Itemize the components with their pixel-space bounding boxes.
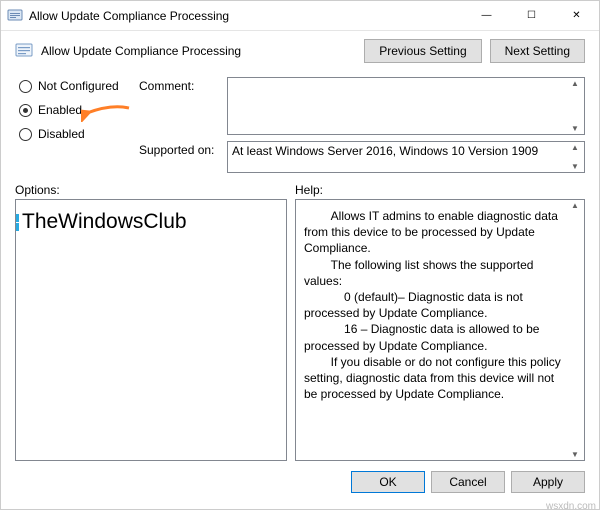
watermark: TheWindowsClub: [15, 210, 187, 234]
dialog-buttons: OK Cancel Apply: [1, 461, 599, 503]
annotation-arrow-icon: [81, 104, 131, 125]
image-credit: wsxdn.com: [546, 501, 596, 512]
scroll-down-icon: ▼: [571, 450, 579, 459]
maximize-icon: ☐: [527, 10, 536, 21]
cancel-button[interactable]: Cancel: [431, 471, 505, 493]
scroll-up-icon: ▲: [571, 79, 579, 88]
scrollbar[interactable]: ▲▼: [567, 201, 583, 459]
radio-icon: [19, 128, 32, 141]
help-pane: Allows IT admins to enable diagnostic da…: [295, 199, 585, 461]
main-panes: TheWindowsClub Allows IT admins to enabl…: [1, 199, 599, 461]
scrollbar[interactable]: ▲▼: [567, 79, 583, 133]
scroll-up-icon: ▲: [571, 143, 579, 152]
pane-labels: Options: Help:: [1, 179, 599, 199]
header: Allow Update Compliance Processing Previ…: [1, 31, 599, 71]
apply-button[interactable]: Apply: [511, 471, 585, 493]
watermark-text: TheWindowsClub: [22, 210, 187, 234]
header-title: Allow Update Compliance Processing: [41, 44, 356, 58]
radio-label: Enabled: [38, 103, 82, 117]
radio-not-configured[interactable]: Not Configured: [19, 79, 129, 93]
settings-area: Not Configured Enabled Disabled: [1, 71, 599, 179]
maximize-button[interactable]: ☐: [509, 1, 554, 31]
comment-row: Comment: ▲▼: [139, 77, 585, 135]
windows-logo-icon: [15, 211, 20, 233]
supported-row: Supported on: At least Windows Server 20…: [139, 141, 585, 173]
supported-value: At least Windows Server 2016, Windows 10…: [232, 144, 538, 158]
radio-enabled[interactable]: Enabled: [19, 103, 129, 117]
fields-column: Comment: ▲▼ Supported on: At least Windo…: [139, 77, 585, 173]
close-icon: ✕: [572, 10, 580, 21]
radio-icon: [19, 104, 32, 117]
comment-label: Comment:: [139, 77, 219, 135]
scroll-up-icon: ▲: [571, 201, 579, 210]
help-label: Help:: [295, 183, 585, 197]
supported-label: Supported on:: [139, 141, 219, 173]
scroll-down-icon: ▼: [571, 124, 579, 133]
app-icon: [7, 8, 23, 24]
options-pane: TheWindowsClub: [15, 199, 287, 461]
minimize-icon: —: [482, 10, 492, 21]
scroll-down-icon: ▼: [571, 162, 579, 171]
radio-icon: [19, 80, 32, 93]
help-text: Allows IT admins to enable diagnostic da…: [296, 200, 584, 410]
options-label: Options:: [15, 183, 295, 197]
minimize-button[interactable]: —: [464, 1, 509, 31]
policy-icon: [15, 42, 33, 60]
radio-disabled[interactable]: Disabled: [19, 127, 129, 141]
ok-button[interactable]: OK: [351, 471, 425, 493]
close-button[interactable]: ✕: [554, 1, 599, 31]
scrollbar[interactable]: ▲▼: [567, 143, 583, 171]
radio-label: Not Configured: [38, 79, 119, 93]
previous-setting-button[interactable]: Previous Setting: [364, 39, 481, 63]
radio-label: Disabled: [38, 127, 85, 141]
state-radio-group: Not Configured Enabled Disabled: [19, 77, 129, 173]
title-bar: Allow Update Compliance Processing — ☐ ✕: [1, 1, 599, 31]
next-setting-button[interactable]: Next Setting: [490, 39, 585, 63]
window-title: Allow Update Compliance Processing: [29, 9, 464, 23]
supported-textarea: At least Windows Server 2016, Windows 10…: [227, 141, 585, 173]
comment-textarea[interactable]: ▲▼: [227, 77, 585, 135]
